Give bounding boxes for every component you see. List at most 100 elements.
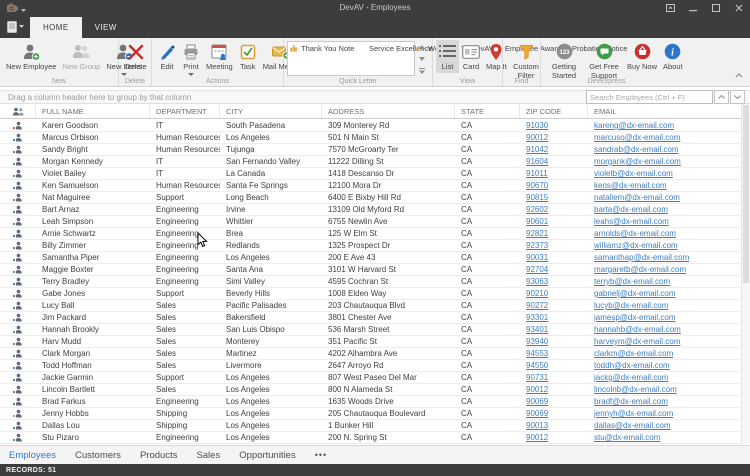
cell-address[interactable]: 1418 Descanso Dr xyxy=(322,168,455,179)
cell-department[interactable]: Support xyxy=(150,192,220,203)
column-header-icon[interactable] xyxy=(0,104,36,118)
custom-filter-button[interactable]: Custom Filter xyxy=(506,40,546,81)
task-button[interactable]: Task xyxy=(236,40,260,73)
cell-email-link[interactable]: sandrab@dx-email.com xyxy=(588,144,741,155)
table-row[interactable]: Marcus Orbison Human Resources Los Angel… xyxy=(0,132,741,144)
cell-email-link[interactable]: dallas@dx-email.com xyxy=(588,420,741,431)
cell-full-name[interactable]: Maggie Boxter xyxy=(36,264,150,275)
cell-zip-link[interactable]: 90815 xyxy=(520,192,588,203)
column-header-zip-code[interactable]: ZIP CODE xyxy=(520,104,588,118)
cell-address[interactable]: 125 W Elm St xyxy=(322,228,455,239)
cell-full-name[interactable]: Jenny Hobbs xyxy=(36,408,150,419)
maximize-button[interactable] xyxy=(711,3,721,13)
cell-address[interactable]: 12100 Mora Dr xyxy=(322,180,455,191)
table-row[interactable]: Sandy Bright Human Resources Tujunga 757… xyxy=(0,144,741,156)
get-free-support-button[interactable]: Get Free Support xyxy=(584,40,624,81)
cell-address[interactable]: 501 N Main St xyxy=(322,132,455,143)
cell-full-name[interactable]: Clark Morgan xyxy=(36,348,150,359)
cell-state[interactable]: CA xyxy=(455,300,520,311)
table-row[interactable]: Lincoln Bartlett Sales Los Angeles 800 N… xyxy=(0,384,741,396)
cell-state[interactable]: CA xyxy=(455,144,520,155)
cell-zip-link[interactable]: 92373 xyxy=(520,240,588,251)
cell-email-link[interactable]: arnolds@dx-email.com xyxy=(588,228,741,239)
cell-department[interactable]: Engineering xyxy=(150,216,220,227)
cell-city[interactable]: Whittier xyxy=(220,216,322,227)
table-row[interactable]: Lucy Ball Sales Pacific Palisades 203 Ch… xyxy=(0,300,741,312)
cell-state[interactable]: CA xyxy=(455,192,520,203)
cell-zip-link[interactable]: 93063 xyxy=(520,276,588,287)
cell-city[interactable]: La Canada xyxy=(220,168,322,179)
cell-address[interactable]: 800 N Alameda St xyxy=(322,384,455,395)
cell-zip-link[interactable]: 91011 xyxy=(520,168,588,179)
cell-city[interactable]: Livermore xyxy=(220,360,322,371)
gallery-item-service-excellence[interactable]: Service Excellence xyxy=(366,43,416,54)
cell-address[interactable]: 200 E Ave 43 xyxy=(322,252,455,263)
cell-email-link[interactable]: marcuso@dx-email.com xyxy=(588,132,741,143)
cell-email-link[interactable]: kens@dx-email.com xyxy=(588,180,741,191)
cell-state[interactable]: CA xyxy=(455,312,520,323)
cell-city[interactable]: South Pasadena xyxy=(220,120,322,131)
new-group-button[interactable]: New Group xyxy=(59,40,103,73)
cell-department[interactable]: Sales xyxy=(150,312,220,323)
table-row[interactable]: Jim Packard Sales Bakersfield 3801 Chest… xyxy=(0,312,741,324)
cell-state[interactable]: CA xyxy=(455,360,520,371)
cell-email-link[interactable]: morgank@dx-email.com xyxy=(588,156,741,167)
cell-email-link[interactable]: hannahb@dx-email.com xyxy=(588,324,741,335)
cell-department[interactable]: Sales xyxy=(150,324,220,335)
cell-full-name[interactable]: Nat Maguiree xyxy=(36,192,150,203)
cell-city[interactable]: Los Angeles xyxy=(220,252,322,263)
cell-zip-link[interactable]: 93301 xyxy=(520,312,588,323)
minimize-button[interactable] xyxy=(688,3,698,13)
module-tab-sales[interactable]: Sales xyxy=(196,450,220,461)
cell-state[interactable]: CA xyxy=(455,216,520,227)
cell-city[interactable]: Los Angeles xyxy=(220,132,322,143)
scrollbar-thumb[interactable] xyxy=(743,105,749,283)
cell-full-name[interactable]: Marcus Orbison xyxy=(36,132,150,143)
table-row[interactable]: Nat Maguiree Support Long Beach 6400 E B… xyxy=(0,192,741,204)
cell-state[interactable]: CA xyxy=(455,372,520,383)
cell-city[interactable]: Beverly Hills xyxy=(220,288,322,299)
column-header-state[interactable]: STATE xyxy=(455,104,520,118)
cell-city[interactable]: Los Angeles xyxy=(220,408,322,419)
cell-department[interactable]: IT xyxy=(150,168,220,179)
new-employee-button[interactable]: New Employee xyxy=(3,40,59,73)
cell-department[interactable]: Support xyxy=(150,288,220,299)
tab-home[interactable]: HOME xyxy=(30,17,82,38)
cell-full-name[interactable]: Arnie Schwartz xyxy=(36,228,150,239)
column-header-department[interactable]: DEPARTMENT xyxy=(150,104,220,118)
cell-email-link[interactable]: samanthap@dx-email.com xyxy=(588,252,741,263)
table-row[interactable]: Dallas Lou Shipping Los Angeles 1 Bunker… xyxy=(0,420,741,432)
cell-email-link[interactable]: bradf@dx-email.com xyxy=(588,396,741,407)
cell-address[interactable]: 11222 Dilling St xyxy=(322,156,455,167)
cell-full-name[interactable]: Jim Packard xyxy=(36,312,150,323)
cell-city[interactable]: Santa Fe Springs xyxy=(220,180,322,191)
module-tab-employees[interactable]: Employees xyxy=(9,450,56,461)
cell-department[interactable]: Sales xyxy=(150,384,220,395)
cell-state[interactable]: CA xyxy=(455,276,520,287)
cell-city[interactable]: Los Angeles xyxy=(220,432,322,443)
cell-address[interactable]: 1 Bunker Hill xyxy=(322,420,455,431)
cell-state[interactable]: CA xyxy=(455,204,520,215)
cell-address[interactable]: 4595 Cochran St xyxy=(322,276,455,287)
cell-address[interactable]: 1635 Woods Drive xyxy=(322,396,455,407)
cell-state[interactable]: CA xyxy=(455,168,520,179)
cell-full-name[interactable]: Morgan Kennedy xyxy=(36,156,150,167)
cell-zip-link[interactable]: 91030 xyxy=(520,120,588,131)
cell-address[interactable]: 4202 Alhambra Ave xyxy=(322,348,455,359)
cell-address[interactable]: 203 Chautauqua Blvd xyxy=(322,300,455,311)
cell-email-link[interactable]: jamesp@dx-email.com xyxy=(588,312,741,323)
cell-address[interactable]: 536 Marsh Street xyxy=(322,324,455,335)
cell-zip-link[interactable]: 90272 xyxy=(520,300,588,311)
cell-city[interactable]: Los Angeles xyxy=(220,384,322,395)
module-tab-opportunities[interactable]: Opportunities xyxy=(239,450,296,461)
close-button[interactable] xyxy=(734,3,744,13)
table-row[interactable]: Jackie Garmin Support Los Angeles 807 We… xyxy=(0,372,741,384)
cell-department[interactable]: Engineering xyxy=(150,396,220,407)
cell-state[interactable]: CA xyxy=(455,120,520,131)
cell-email-link[interactable]: jennyh@dx-email.com xyxy=(588,408,741,419)
cell-state[interactable]: CA xyxy=(455,324,520,335)
cell-email-link[interactable]: lincolnb@dx-email.com xyxy=(588,384,741,395)
cell-state[interactable]: CA xyxy=(455,432,520,443)
cell-state[interactable]: CA xyxy=(455,228,520,239)
cell-department[interactable]: Human Resources xyxy=(150,132,220,143)
